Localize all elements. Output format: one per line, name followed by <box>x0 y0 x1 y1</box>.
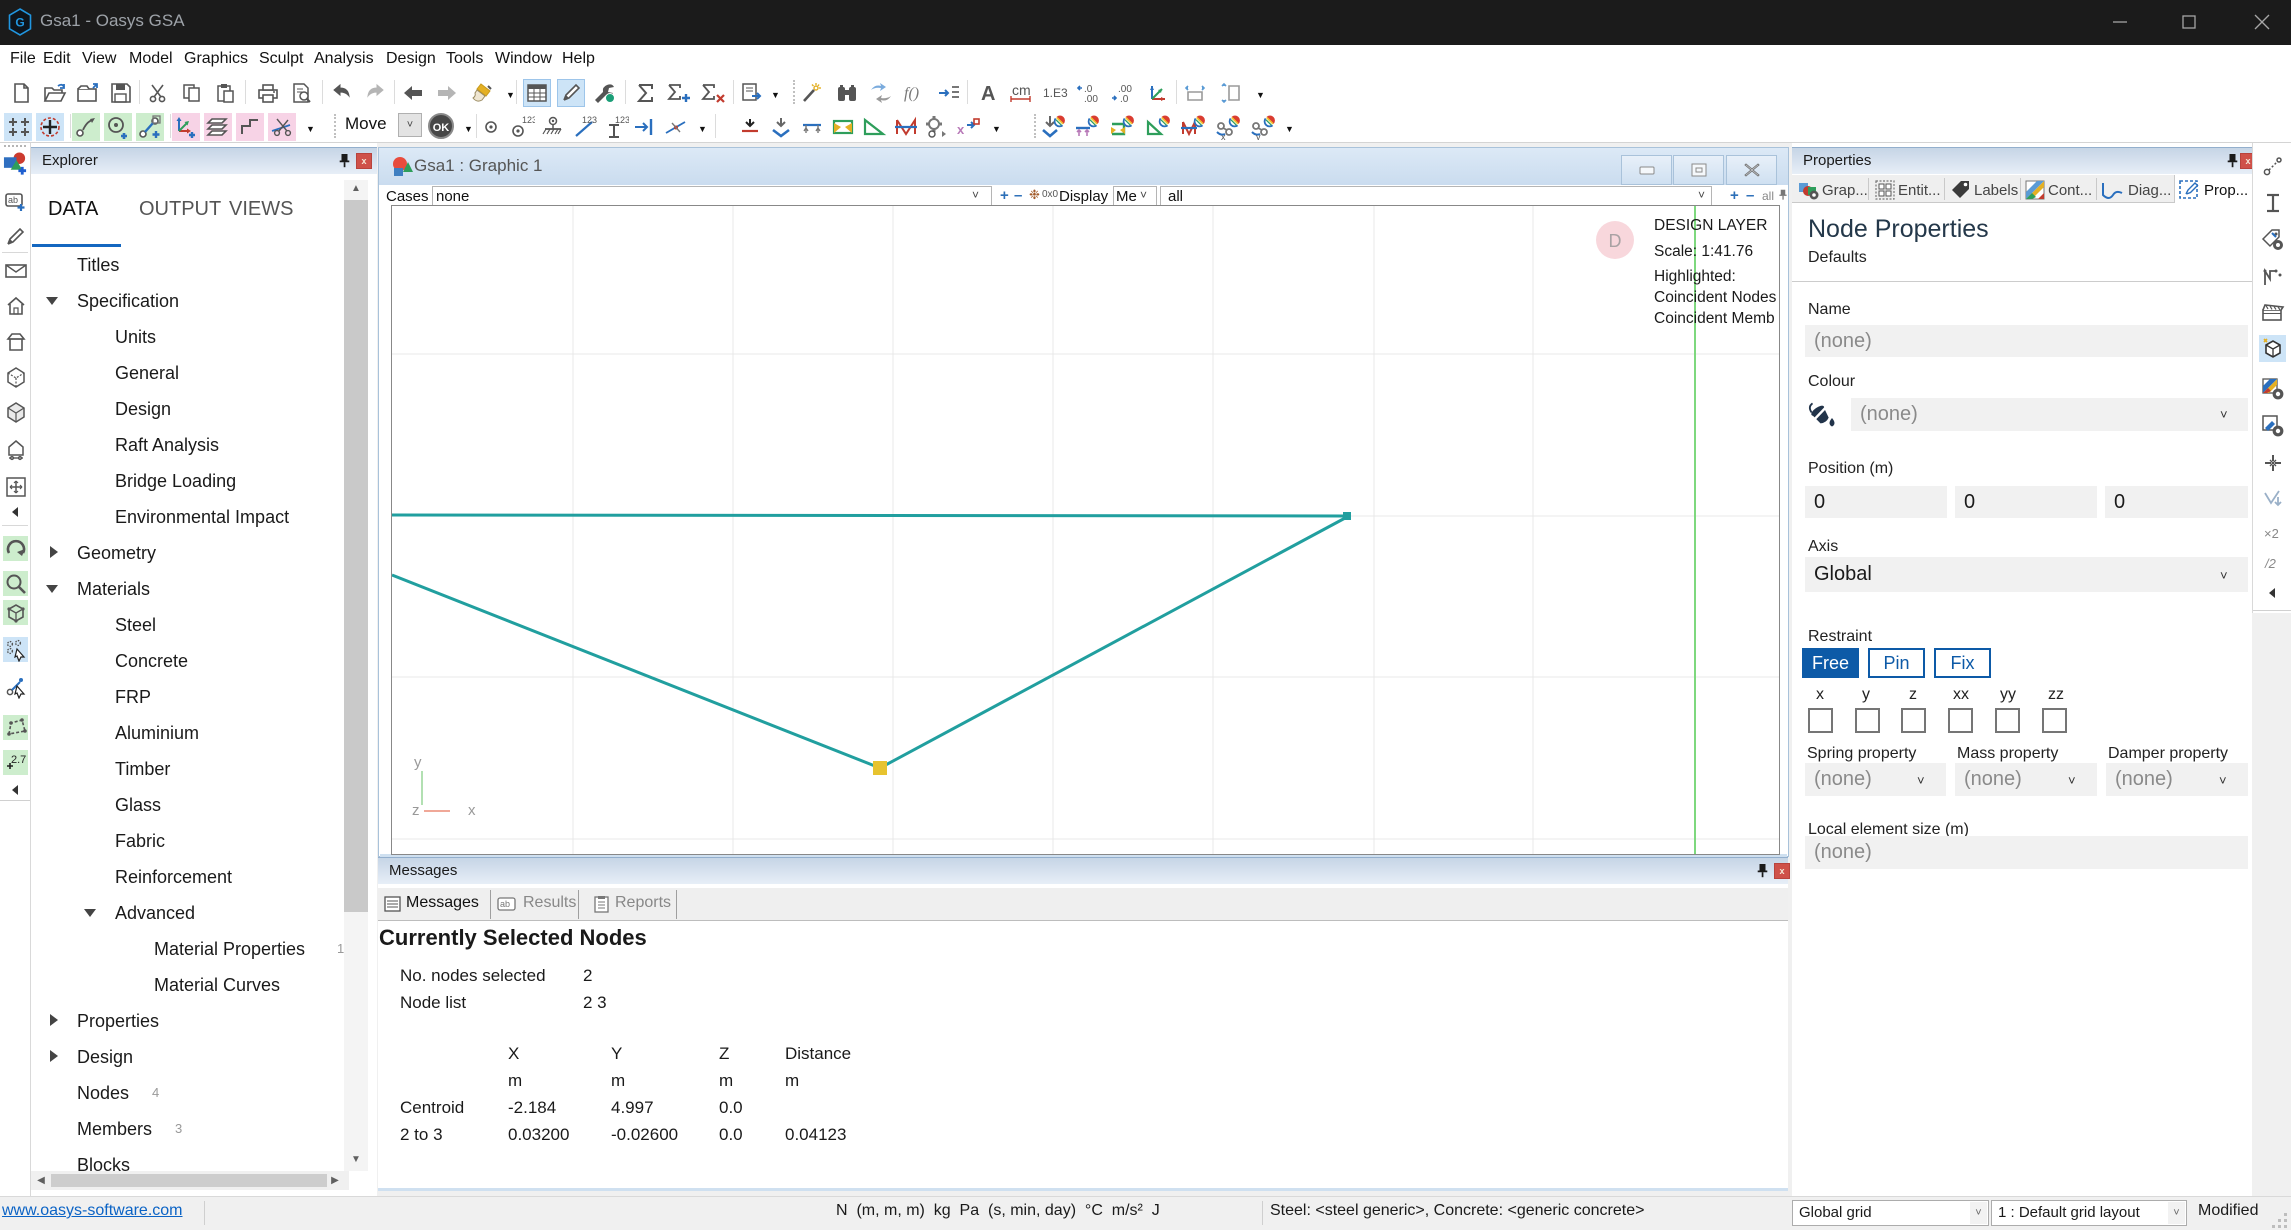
svg-text:y: y <box>414 754 422 771</box>
svg-text:2.7: 2.7 <box>11 754 26 766</box>
svg-text:123: 123 <box>522 115 535 125</box>
svg-text:.00: .00 <box>1084 94 1098 104</box>
svg-text:x: x <box>1221 132 1226 140</box>
svg-text:×2: ×2 <box>2264 526 2279 541</box>
svg-text:DESIGN LAYER: DESIGN LAYER <box>1654 217 1767 234</box>
svg-text:123: 123 <box>615 115 629 125</box>
svg-text:Highlighted:: Highlighted: <box>1654 268 1736 285</box>
svg-text:.0: .0 <box>1120 94 1129 104</box>
svg-text:A: A <box>981 83 995 104</box>
svg-text:D: D <box>1609 231 1622 251</box>
svg-text:z: z <box>412 802 420 819</box>
svg-text:123: 123 <box>582 115 597 125</box>
svg-text:Coincident Memb: Coincident Memb <box>1654 310 1775 327</box>
svg-text:ab: ab <box>8 195 18 205</box>
svg-text:ab: ab <box>500 899 510 909</box>
svg-text:/2: /2 <box>2264 556 2277 571</box>
svg-text:G: G <box>15 16 24 30</box>
svg-text:f(): f() <box>904 85 919 102</box>
svg-text:Scale: 1:41.76: Scale: 1:41.76 <box>1654 243 1753 260</box>
svg-text:x: x <box>957 122 965 137</box>
svg-text:x: x <box>468 802 476 819</box>
svg-text:y: y <box>1256 132 1261 140</box>
svg-text:cm: cm <box>1012 82 1031 98</box>
svg-text:Coincident Nodes: Coincident Nodes <box>1654 289 1777 306</box>
svg-text:1.E3: 1.E3 <box>1043 86 1068 100</box>
